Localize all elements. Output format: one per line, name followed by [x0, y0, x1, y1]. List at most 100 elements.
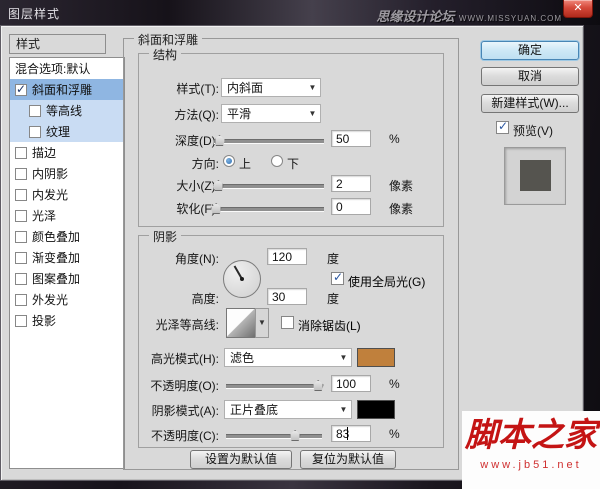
layer-style-dialog-screenshot: 图层样式 思缘设计论坛 WWW.MISSYUAN.COM ✕ 样式 混合选项:默… [0, 0, 600, 489]
soften-label: 软化(F): [133, 200, 219, 217]
stroke-checkbox[interactable] [15, 147, 27, 159]
shadow-mode-row: 阴影模式(A): 正片叠底 ▼ [139, 400, 443, 420]
angle-input[interactable] [267, 248, 307, 265]
shadow-opacity-row: 不透明度(C): % [139, 425, 443, 445]
anti-alias-checkbox[interactable] [281, 316, 294, 329]
style-preview-swatch [520, 160, 551, 191]
sidebar-item-inner-shadow[interactable]: 内阴影 [10, 163, 124, 184]
preview-checkbox[interactable]: ✓ [496, 121, 509, 134]
close-button[interactable]: ✕ [563, 0, 593, 18]
shadow-opacity-input[interactable] [331, 425, 371, 442]
reset-defaults-button[interactable]: 复位为默认值 [300, 450, 396, 469]
soften-input[interactable] [331, 198, 371, 215]
direction-row: 方向: 上 下 [139, 153, 443, 173]
shadow-mode-label: 阴影模式(A): [133, 402, 219, 419]
sidebar-item-label: 混合选项:默认 [15, 60, 90, 77]
size-input[interactable] [331, 175, 371, 192]
sidebar-item-label: 内阴影 [32, 165, 68, 182]
site-logo: 脚本之家 [462, 413, 600, 459]
sidebar-item-label: 内发光 [32, 186, 68, 203]
text-cursor [347, 427, 348, 440]
styles-list: 混合选项:默认 ✓ 斜面和浮雕 等高线 纹理 描边 内阴影 [9, 57, 125, 469]
sidebar-item-drop-shadow[interactable]: 投影 [10, 310, 124, 331]
shadow-opacity-thumb[interactable] [290, 430, 301, 441]
highlight-opacity-thumb[interactable] [313, 380, 324, 391]
outer-glow-checkbox[interactable] [15, 294, 27, 306]
chevron-down-icon: ▼ [258, 318, 266, 327]
gloss-contour-label: 光泽等高线: [133, 316, 219, 333]
altitude-unit: 度 [327, 290, 339, 307]
sidebar-item-satin[interactable]: 光泽 [10, 205, 124, 226]
angle-label: 角度(N): [133, 250, 219, 267]
technique-dropdown[interactable]: 平滑 ▼ [221, 104, 321, 123]
altitude-input[interactable] [267, 288, 307, 305]
shading-legend: 阴影 [149, 228, 181, 245]
contour-checkbox[interactable] [29, 105, 41, 117]
direction-up-radio[interactable] [223, 155, 235, 167]
preview-label: 预览(V) [513, 122, 553, 139]
highlight-opacity-unit: % [389, 377, 400, 391]
sidebar-item-outer-glow[interactable]: 外发光 [10, 289, 124, 310]
shadow-opacity-label: 不透明度(C): [133, 427, 219, 444]
style-value: 内斜面 [222, 79, 305, 96]
sidebar-item-texture[interactable]: 纹理 [10, 121, 124, 142]
sidebar-item-stroke[interactable]: 描边 [10, 142, 124, 163]
shadow-color-swatch[interactable] [357, 400, 395, 419]
shadow-mode-value: 正片叠底 [225, 401, 336, 418]
sidebar-item-inner-glow[interactable]: 内发光 [10, 184, 124, 205]
sidebar-item-label: 颜色叠加 [32, 228, 80, 245]
soften-row: 软化(F): 像素 [139, 198, 443, 218]
size-slider[interactable] [214, 184, 324, 189]
bevel-emboss-checkbox[interactable]: ✓ [15, 84, 27, 96]
highlight-opacity-slider[interactable] [226, 384, 322, 389]
gloss-contour-thumbnail[interactable] [226, 308, 256, 338]
highlight-opacity-label: 不透明度(O): [133, 377, 219, 394]
soften-unit: 像素 [389, 200, 413, 217]
drop-shadow-checkbox[interactable] [15, 315, 27, 327]
sidebar-item-color-overlay[interactable]: 颜色叠加 [10, 226, 124, 247]
shadow-opacity-slider[interactable] [226, 434, 322, 439]
highlight-opacity-input[interactable] [331, 375, 371, 392]
sidebar-item-label: 图案叠加 [32, 270, 80, 287]
cancel-button[interactable]: 取消 [481, 67, 579, 86]
color-overlay-checkbox[interactable] [15, 231, 27, 243]
altitude-row: 高度: 度 [139, 288, 443, 308]
style-preview-thumbnail [504, 147, 566, 205]
new-style-button[interactable]: 新建样式(W)... [481, 94, 579, 113]
depth-input[interactable] [331, 130, 371, 147]
texture-checkbox[interactable] [29, 126, 41, 138]
depth-row: 深度(D): % [139, 130, 443, 150]
structure-legend: 结构 [149, 46, 181, 63]
sidebar-item-bevel-emboss[interactable]: ✓ 斜面和浮雕 [10, 79, 124, 100]
highlight-color-swatch[interactable] [357, 348, 395, 367]
highlight-mode-dropdown[interactable]: 滤色 ▼ [224, 348, 352, 367]
style-dropdown[interactable]: 内斜面 ▼ [221, 78, 321, 97]
gloss-contour-dropdown-arrow[interactable]: ▼ [255, 308, 269, 338]
inner-shadow-checkbox[interactable] [15, 168, 27, 180]
dialog-titlebar[interactable]: 图层样式 思缘设计论坛 WWW.MISSYUAN.COM ✕ [0, 0, 600, 25]
size-row: 大小(Z): 像素 [139, 175, 443, 195]
use-global-light-checkbox[interactable]: ✓ [331, 272, 344, 285]
depth-slider[interactable] [214, 139, 324, 144]
sidebar-item-label: 渐变叠加 [32, 249, 80, 266]
pattern-overlay-checkbox[interactable] [15, 273, 27, 285]
sidebar-item-contour[interactable]: 等高线 [10, 100, 124, 121]
satin-checkbox[interactable] [15, 210, 27, 222]
set-defaults-button[interactable]: 设置为默认值 [190, 450, 292, 469]
chevron-down-icon: ▼ [336, 353, 351, 362]
gradient-overlay-checkbox[interactable] [15, 252, 27, 264]
chevron-down-icon: ▼ [305, 109, 320, 118]
soften-slider[interactable] [214, 207, 324, 212]
sidebar-item-label: 投影 [32, 312, 56, 329]
highlight-mode-label: 高光模式(H): [133, 350, 219, 367]
shadow-mode-dropdown[interactable]: 正片叠底 ▼ [224, 400, 352, 419]
highlight-mode-value: 滤色 [225, 349, 336, 366]
sidebar-item-gradient-overlay[interactable]: 渐变叠加 [10, 247, 124, 268]
sidebar-item-pattern-overlay[interactable]: 图案叠加 [10, 268, 124, 289]
chevron-down-icon: ▼ [305, 83, 320, 92]
inner-glow-checkbox[interactable] [15, 189, 27, 201]
direction-down-radio[interactable] [271, 155, 283, 167]
sidebar-item-blending-options[interactable]: 混合选项:默认 [10, 58, 124, 79]
structure-group: 结构 样式(T): 内斜面 ▼ 方法(Q): 平滑 ▼ 深度 [138, 53, 444, 227]
ok-button[interactable]: 确定 [481, 41, 579, 60]
